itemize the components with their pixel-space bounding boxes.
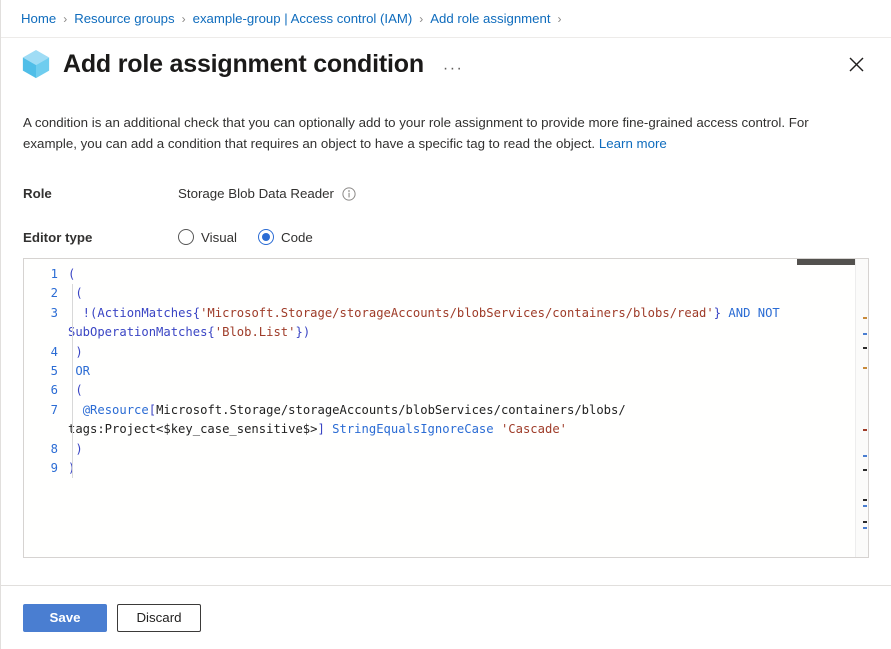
code-token: { [193, 306, 200, 320]
breadcrumb: Home › Resource groups › example-group |… [1, 0, 891, 38]
breadcrumb-separator-icon: › [182, 12, 186, 26]
minimap-mark [863, 499, 867, 501]
editor-code-line: ) [66, 459, 868, 478]
editor-line-number: 4 [24, 343, 66, 362]
editor-type-label: Editor type [23, 230, 178, 245]
code-token: ] [317, 422, 324, 436]
editor-code-line: @Resource[Microsoft.Storage/storageAccou… [66, 401, 868, 420]
editor-code-line: tags:Project<$key_case_sensitive$>] Stri… [66, 420, 868, 439]
minimap-mark [863, 317, 867, 319]
code-token: StringEqualsIgnoreCase [332, 422, 493, 436]
breadcrumb-item-resource-groups[interactable]: Resource groups [74, 11, 174, 26]
blade-header: Add role assignment condition ··· [1, 38, 891, 90]
page-title: Add role assignment condition [63, 50, 424, 79]
code-token: }) [295, 325, 310, 339]
minimap-mark [863, 429, 867, 431]
minimap-mark [863, 527, 867, 529]
editor-code-line: !(ActionMatches{'Microsoft.Storage/stora… [66, 304, 868, 323]
editor-code-line: ( [66, 284, 868, 303]
editor-horizontal-scrollbar[interactable] [797, 259, 855, 265]
condition-code-editor[interactable]: 123 4567 89 ( ( !(ActionMatches{'Microso… [23, 258, 869, 558]
editor-line-number-gutter: 123 4567 89 [24, 259, 66, 557]
description-text: A condition is an additional check that … [23, 112, 863, 154]
editor-line-number: 2 [24, 284, 66, 303]
minimap-mark [863, 333, 867, 335]
code-token: SubOperationMatches [68, 325, 207, 339]
radio-circle-code [258, 229, 274, 245]
editor-code-area[interactable]: ( ( !(ActionMatches{'Microsoft.Storage/s… [66, 259, 868, 557]
code-token: AND NOT [728, 306, 779, 320]
editor-line-number: 6 [24, 381, 66, 400]
breadcrumb-item-example-group-access-control[interactable]: example-group | Access control (IAM) [193, 11, 413, 26]
code-token: ( [68, 267, 75, 281]
editor-line-number: 3 [24, 304, 66, 323]
radio-label-code: Code [281, 230, 313, 245]
breadcrumb-item-add-role-assignment[interactable]: Add role assignment [430, 11, 550, 26]
azure-cube-icon [21, 48, 51, 80]
code-token: ActionMatches [97, 306, 192, 320]
learn-more-link[interactable]: Learn more [599, 136, 667, 151]
code-token: [ [149, 403, 156, 417]
radio-option-code[interactable]: Code [258, 229, 313, 245]
minimap-mark [863, 347, 867, 349]
code-token: 'Blob.List' [215, 325, 296, 339]
role-value-wrap: Storage Blob Data Reader [178, 186, 356, 201]
editor-indent-guide [72, 284, 73, 478]
radio-option-visual[interactable]: Visual [178, 229, 237, 245]
code-token: } [714, 306, 721, 320]
code-token [494, 422, 501, 436]
code-token: ) [68, 345, 83, 359]
minimap-mark [863, 367, 867, 369]
minimap-mark [863, 521, 867, 523]
editor-line-number: 7 [24, 401, 66, 420]
minimap-mark [863, 505, 867, 507]
editor-type-radio-group: Visual Code [178, 229, 313, 245]
breadcrumb-separator-icon: › [63, 12, 67, 26]
code-token: tags:Project<$key_case_sensitive$> [68, 422, 317, 436]
code-token [68, 403, 83, 417]
radio-circle-visual [178, 229, 194, 245]
blade-content: A condition is an additional check that … [1, 90, 891, 585]
minimap-mark [863, 469, 867, 471]
editor-type-row: Editor type Visual Code [23, 229, 869, 245]
minimap-mark [863, 455, 867, 457]
code-token: 'Microsoft.Storage/storageAccounts/blobS… [200, 306, 714, 320]
code-token: ( [68, 286, 83, 300]
editor-code-line: ) [66, 440, 868, 459]
editor-line-number [24, 323, 66, 342]
add-role-assignment-condition-blade: Home › Resource groups › example-group |… [0, 0, 891, 649]
editor-minimap-scrollbar[interactable] [855, 259, 868, 557]
discard-button[interactable]: Discard [117, 604, 201, 632]
code-token: ( [68, 383, 83, 397]
code-token: @Resource [83, 403, 149, 417]
blade-footer: Save Discard [1, 585, 891, 649]
code-token: { [207, 325, 214, 339]
role-label: Role [23, 186, 178, 201]
breadcrumb-separator-icon: › [419, 12, 423, 26]
code-token: Microsoft.Storage/storageAccounts/blobSe… [156, 403, 626, 417]
breadcrumb-item-home[interactable]: Home [21, 11, 56, 26]
breadcrumb-separator-icon: › [558, 12, 562, 26]
editor-code-line: ) [66, 343, 868, 362]
editor-code-line: ( [66, 381, 868, 400]
radio-label-visual: Visual [201, 230, 237, 245]
editor-code-line: OR [66, 362, 868, 381]
editor-code-line: SubOperationMatches{'Blob.List'}) [66, 323, 868, 342]
role-value: Storage Blob Data Reader [178, 186, 334, 201]
save-button[interactable]: Save [23, 604, 107, 632]
code-token: ) [68, 442, 83, 456]
editor-code-line: ( [66, 265, 868, 284]
editor-line-number [24, 420, 66, 439]
role-field-row: Role Storage Blob Data Reader [23, 186, 869, 201]
editor-line-number: 5 [24, 362, 66, 381]
description-body: A condition is an additional check that … [23, 115, 809, 151]
editor-line-number: 1 [24, 265, 66, 284]
code-token: OR [75, 364, 90, 378]
more-options-icon[interactable]: ··· [440, 60, 466, 78]
editor-line-number: 9 [24, 459, 66, 478]
code-token: 'Cascade' [501, 422, 567, 436]
editor-line-number: 8 [24, 440, 66, 459]
info-circle-icon[interactable] [342, 187, 356, 201]
close-icon[interactable] [845, 53, 867, 75]
